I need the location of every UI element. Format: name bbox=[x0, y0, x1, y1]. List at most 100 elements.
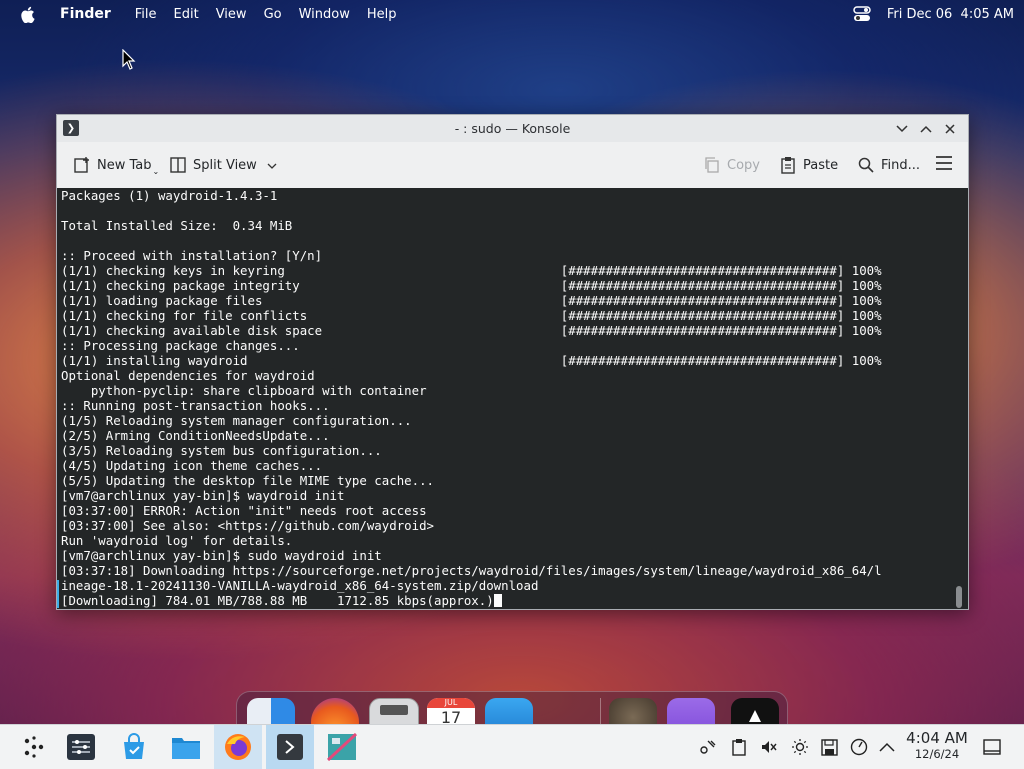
terminal-line: [vm7@archlinux yay-bin]$ waydroid init bbox=[61, 488, 345, 503]
taskbar-firefox[interactable] bbox=[214, 725, 262, 769]
menu-file[interactable]: File bbox=[135, 7, 157, 22]
hamburger-menu-icon bbox=[935, 156, 953, 174]
dock-calculator-icon[interactable] bbox=[369, 698, 419, 725]
dock-github-icon[interactable] bbox=[667, 698, 715, 725]
selection-marker bbox=[57, 580, 59, 608]
find-button[interactable]: Find... bbox=[857, 156, 920, 174]
folder-icon bbox=[172, 738, 200, 759]
paste-button[interactable]: Paste bbox=[779, 156, 838, 174]
dock-calendar-icon[interactable]: JUL 17 bbox=[427, 698, 475, 725]
dock-separator bbox=[600, 698, 601, 724]
terminal-icon bbox=[277, 734, 303, 760]
terminal-line: ineage-18.1-20241130-VANILLA-waydroid_x8… bbox=[61, 578, 539, 593]
window-titlebar[interactable]: ❯ - : sudo — Konsole bbox=[57, 115, 968, 142]
spectacle-icon bbox=[327, 733, 357, 761]
store-bag-icon bbox=[124, 733, 144, 759]
terminal-download-status: [Downloading] 784.01 MB/788.88 MB 1712.8… bbox=[61, 593, 494, 608]
save-disk-icon[interactable] bbox=[819, 737, 839, 757]
terminal-scrollbar[interactable] bbox=[956, 586, 962, 608]
terminal-line: [03:37:00] ERROR: Action "init" needs ro… bbox=[61, 503, 427, 518]
menu-view[interactable]: View bbox=[216, 7, 247, 22]
menu-edit[interactable]: Edit bbox=[174, 7, 199, 22]
terminal-line: (1/1) checking for file conflicts [#####… bbox=[61, 308, 882, 323]
minimize-button[interactable] bbox=[892, 119, 912, 139]
power-profile-icon[interactable] bbox=[849, 737, 869, 757]
terminal-line: python-pyclip: share clipboard with cont… bbox=[61, 383, 427, 398]
terminal-line: (4/5) Updating icon theme caches... bbox=[61, 458, 323, 473]
brightness-icon[interactable] bbox=[790, 737, 810, 757]
terminal-line: (5/5) Updating the desktop file MIME typ… bbox=[61, 473, 434, 488]
konsole-app-icon: ❯ bbox=[63, 120, 79, 136]
firefox-icon bbox=[225, 734, 251, 760]
split-view-label: Split View bbox=[193, 157, 257, 173]
dock-firefox-icon[interactable] bbox=[311, 698, 359, 725]
terminal-line: (1/1) installing waydroid [#############… bbox=[61, 353, 882, 368]
taskbar-konsole[interactable] bbox=[266, 725, 314, 769]
clipboard-icon[interactable] bbox=[729, 737, 749, 757]
taskbar-clock[interactable]: 4:04 AM 12/6/24 bbox=[902, 729, 972, 761]
dock-cat-photo-icon[interactable] bbox=[609, 698, 657, 725]
menu-app-name[interactable]: Finder bbox=[60, 6, 111, 22]
terminal-line: (1/1) checking keys in keyring [########… bbox=[61, 263, 882, 278]
volume-muted-icon[interactable] bbox=[759, 737, 779, 757]
taskbar: 4:04 AM 12/6/24 bbox=[0, 724, 1024, 769]
control-center-icon[interactable] bbox=[853, 6, 871, 22]
konsole-window: ❯ - : sudo — Konsole New Tab ⌄ Split Vie… bbox=[56, 114, 969, 610]
menu-help[interactable]: Help bbox=[367, 7, 397, 22]
dock-finder-icon[interactable] bbox=[247, 698, 295, 725]
clock-time: 4:04 AM bbox=[906, 729, 968, 747]
chevron-up-icon[interactable] bbox=[877, 737, 897, 757]
split-view-icon bbox=[169, 156, 187, 174]
close-button[interactable] bbox=[940, 119, 960, 139]
terminal-line: Optional dependencies for waydroid bbox=[61, 368, 315, 383]
hamburger-menu-button[interactable] bbox=[935, 156, 953, 174]
terminal-line: Run 'waydroid log' for details. bbox=[61, 533, 293, 548]
new-tab-button[interactable]: New Tab ⌄ bbox=[73, 155, 159, 176]
terminal-line: [03:37:00] See also: <https://github.com… bbox=[61, 518, 434, 533]
show-desktop-icon[interactable] bbox=[982, 737, 1002, 757]
terminal-line: (2/5) Arming ConditionNeedsUpdate... bbox=[61, 428, 330, 443]
dock-vscode-icon[interactable] bbox=[485, 698, 533, 725]
terminal-line: (1/1) checking available disk space [###… bbox=[61, 323, 882, 338]
terminal-line: :: Processing package changes... bbox=[61, 338, 300, 353]
search-icon bbox=[857, 156, 875, 174]
paste-label: Paste bbox=[803, 157, 839, 173]
split-view-button[interactable]: Split View bbox=[169, 156, 277, 174]
taskbar-discover[interactable] bbox=[110, 725, 158, 769]
terminal-output[interactable]: Packages (1) waydroid-1.4.3-1 Total Insta… bbox=[57, 188, 968, 609]
menubar-datetime[interactable]: Fri Dec 06 4:05 AM bbox=[887, 7, 1014, 22]
menu-go[interactable]: Go bbox=[264, 7, 282, 22]
copy-icon bbox=[703, 156, 721, 174]
paste-icon bbox=[779, 156, 797, 174]
maximize-button[interactable] bbox=[916, 119, 936, 139]
terminal-line: (1/5) Reloading system manager configura… bbox=[61, 413, 412, 428]
text-cursor bbox=[493, 594, 502, 607]
copy-button[interactable]: Copy bbox=[703, 156, 760, 174]
window-title: - : sudo — Konsole bbox=[454, 121, 571, 136]
new-tab-label: New Tab bbox=[97, 157, 152, 173]
menu-bar: Finder File Edit View Go Window Help Fri… bbox=[0, 0, 1024, 28]
taskbar-system-settings[interactable] bbox=[57, 725, 105, 769]
app-launcher-icon bbox=[24, 736, 44, 758]
menu-window[interactable]: Window bbox=[299, 7, 350, 22]
clock-date: 12/6/24 bbox=[914, 747, 960, 761]
mouse-cursor-icon bbox=[122, 48, 136, 75]
terminal-line: [vm7@archlinux yay-bin]$ sudo waydroid i… bbox=[61, 548, 382, 563]
terminal-text: Packages (1) waydroid-1.4.3-1 Total Insta… bbox=[57, 188, 968, 608]
terminal-line: Total Installed Size: 0.34 MiB bbox=[61, 218, 293, 233]
taskbar-screenshot-tool[interactable] bbox=[318, 725, 366, 769]
apple-logo-icon[interactable] bbox=[20, 5, 38, 23]
new-tab-dropdown-icon: ⌄ bbox=[152, 166, 160, 176]
terminal-line: (1/1) checking package integrity [######… bbox=[61, 278, 882, 293]
calendar-month: JUL bbox=[427, 698, 475, 708]
terminal-line-last: [Downloading] 784.01 MB/788.88 MB 1712.8… bbox=[61, 593, 968, 608]
kde-connect-icon[interactable] bbox=[698, 737, 718, 757]
window-toolbar: New Tab ⌄ Split View Copy Paste Find... bbox=[57, 142, 968, 189]
terminal-line: [03:37:18] Downloading https://sourcefor… bbox=[61, 563, 882, 578]
app-launcher-button[interactable] bbox=[10, 725, 58, 769]
taskbar-file-manager[interactable] bbox=[162, 725, 210, 769]
calendar-day: 17 bbox=[440, 708, 462, 725]
dock-app-store-icon[interactable] bbox=[731, 698, 779, 725]
